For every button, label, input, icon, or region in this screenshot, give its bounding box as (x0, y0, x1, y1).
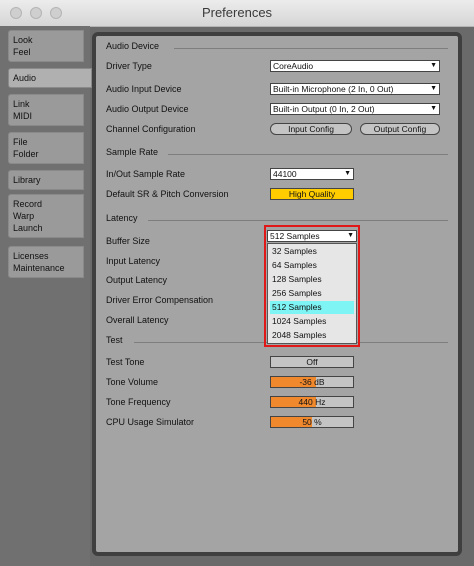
audio-input-device-label: Audio Input Device (106, 84, 182, 94)
output-config-button[interactable]: Output Config (360, 123, 440, 135)
channel-configuration-label: Channel Configuration (106, 124, 196, 134)
tab-record-warp-launch[interactable]: Record Warp Launch (8, 194, 84, 238)
cpu-usage-simulator-slider[interactable]: 50 % (270, 416, 354, 428)
input-latency-label: Input Latency (106, 256, 161, 266)
inout-sample-rate-label: In/Out Sample Rate (106, 169, 186, 179)
tab-label: Library (13, 175, 41, 185)
audio-input-device-value: Built-in Microphone (2 In, 0 Out) (273, 84, 394, 94)
input-config-button[interactable]: Input Config (270, 123, 352, 135)
sidebar: Look Feel Audio Link MIDI File Folder Li… (0, 26, 92, 566)
cpu-usage-value: 50 % (302, 417, 322, 427)
dropdown-arrow-icon: ▼ (430, 85, 437, 92)
cpu-usage-simulator-label: CPU Usage Simulator (106, 417, 195, 427)
divider (148, 220, 448, 221)
driver-type-label: Driver Type (106, 61, 152, 71)
test-tone-label: Test Tone (106, 357, 145, 367)
tab-label: Look (13, 35, 33, 45)
tab-label: File (13, 137, 28, 147)
buffer-option-64[interactable]: 64 Samples (270, 259, 354, 272)
buffer-option-1024[interactable]: 1024 Samples (270, 315, 354, 328)
title-bar: Preferences (0, 0, 474, 27)
tab-label: Audio (13, 73, 37, 83)
buffer-option-2048[interactable]: 2048 Samples (270, 329, 354, 342)
driver-type-value: CoreAudio (273, 61, 314, 71)
tab-label: Feel (13, 47, 31, 57)
tab-label: Link (13, 99, 30, 109)
section-header-latency: Latency (106, 213, 138, 223)
buffer-size-value: 512 Samples (270, 231, 320, 241)
overall-latency-label: Overall Latency (106, 315, 169, 325)
tab-link-midi[interactable]: Link MIDI (8, 94, 84, 126)
dropdown-arrow-icon: ▼ (430, 105, 437, 112)
audio-output-device-value: Built-in Output (0 In, 2 Out) (273, 104, 375, 114)
tone-volume-label: Tone Volume (106, 377, 159, 387)
tab-look-feel[interactable]: Look Feel (8, 30, 84, 62)
tab-audio[interactable]: Audio (8, 68, 92, 88)
buffer-size-dropdown-menu: 32 Samples 64 Samples 128 Samples 256 Sa… (267, 243, 357, 344)
output-latency-label: Output Latency (106, 275, 168, 285)
tab-label: Licenses (13, 251, 49, 261)
tab-file-folder[interactable]: File Folder (8, 132, 84, 164)
dropdown-arrow-icon: ▼ (430, 62, 437, 69)
buffer-option-256[interactable]: 256 Samples (270, 287, 354, 300)
divider (174, 48, 448, 49)
tab-licenses-maintenance[interactable]: Licenses Maintenance (8, 246, 84, 278)
test-tone-toggle[interactable]: Off (270, 356, 354, 368)
tone-volume-slider[interactable]: -36 dB (270, 376, 354, 388)
buffer-option-128[interactable]: 128 Samples (270, 273, 354, 286)
tone-volume-value: -36 dB (299, 377, 325, 387)
tab-label: Launch (13, 223, 43, 233)
buffer-option-512[interactable]: 512 Samples (270, 301, 354, 314)
audio-input-device-select[interactable]: Built-in Microphone (2 In, 0 Out) ▼ (270, 83, 440, 95)
tab-library[interactable]: Library (8, 170, 84, 190)
tab-label: Maintenance (13, 263, 65, 273)
tone-frequency-value: 440 Hz (298, 397, 326, 407)
tab-label: Folder (13, 149, 39, 159)
tone-frequency-label: Tone Frequency (106, 397, 171, 407)
window-title: Preferences (201, 5, 273, 20)
section-header-audio-device: Audio Device (106, 41, 160, 51)
inout-sample-rate-select[interactable]: 44100 ▼ (270, 168, 354, 180)
audio-output-device-select[interactable]: Built-in Output (0 In, 2 Out) ▼ (270, 103, 440, 115)
default-sr-pitch-conversion-label: Default SR & Pitch Conversion (106, 189, 229, 199)
divider (168, 154, 448, 155)
audio-output-device-label: Audio Output Device (106, 104, 189, 114)
section-header-test: Test (106, 335, 123, 345)
inout-sample-rate-value: 44100 (273, 169, 297, 179)
tab-label: MIDI (13, 111, 32, 121)
buffer-size-select[interactable]: 512 Samples ▼ (267, 230, 357, 242)
tab-label: Record (13, 199, 43, 209)
dropdown-arrow-icon: ▼ (347, 232, 354, 239)
dropdown-arrow-icon: ▼ (344, 170, 351, 177)
tone-frequency-slider[interactable]: 440 Hz (270, 396, 354, 408)
section-header-sample-rate: Sample Rate (106, 147, 159, 157)
tab-label: Warp (13, 211, 35, 221)
driver-error-compensation-label: Driver Error Compensation (106, 295, 214, 305)
high-quality-toggle[interactable]: High Quality (270, 188, 354, 200)
driver-type-select[interactable]: CoreAudio ▼ (270, 60, 440, 72)
buffer-size-label: Buffer Size (106, 236, 150, 246)
buffer-option-32[interactable]: 32 Samples (270, 245, 354, 258)
